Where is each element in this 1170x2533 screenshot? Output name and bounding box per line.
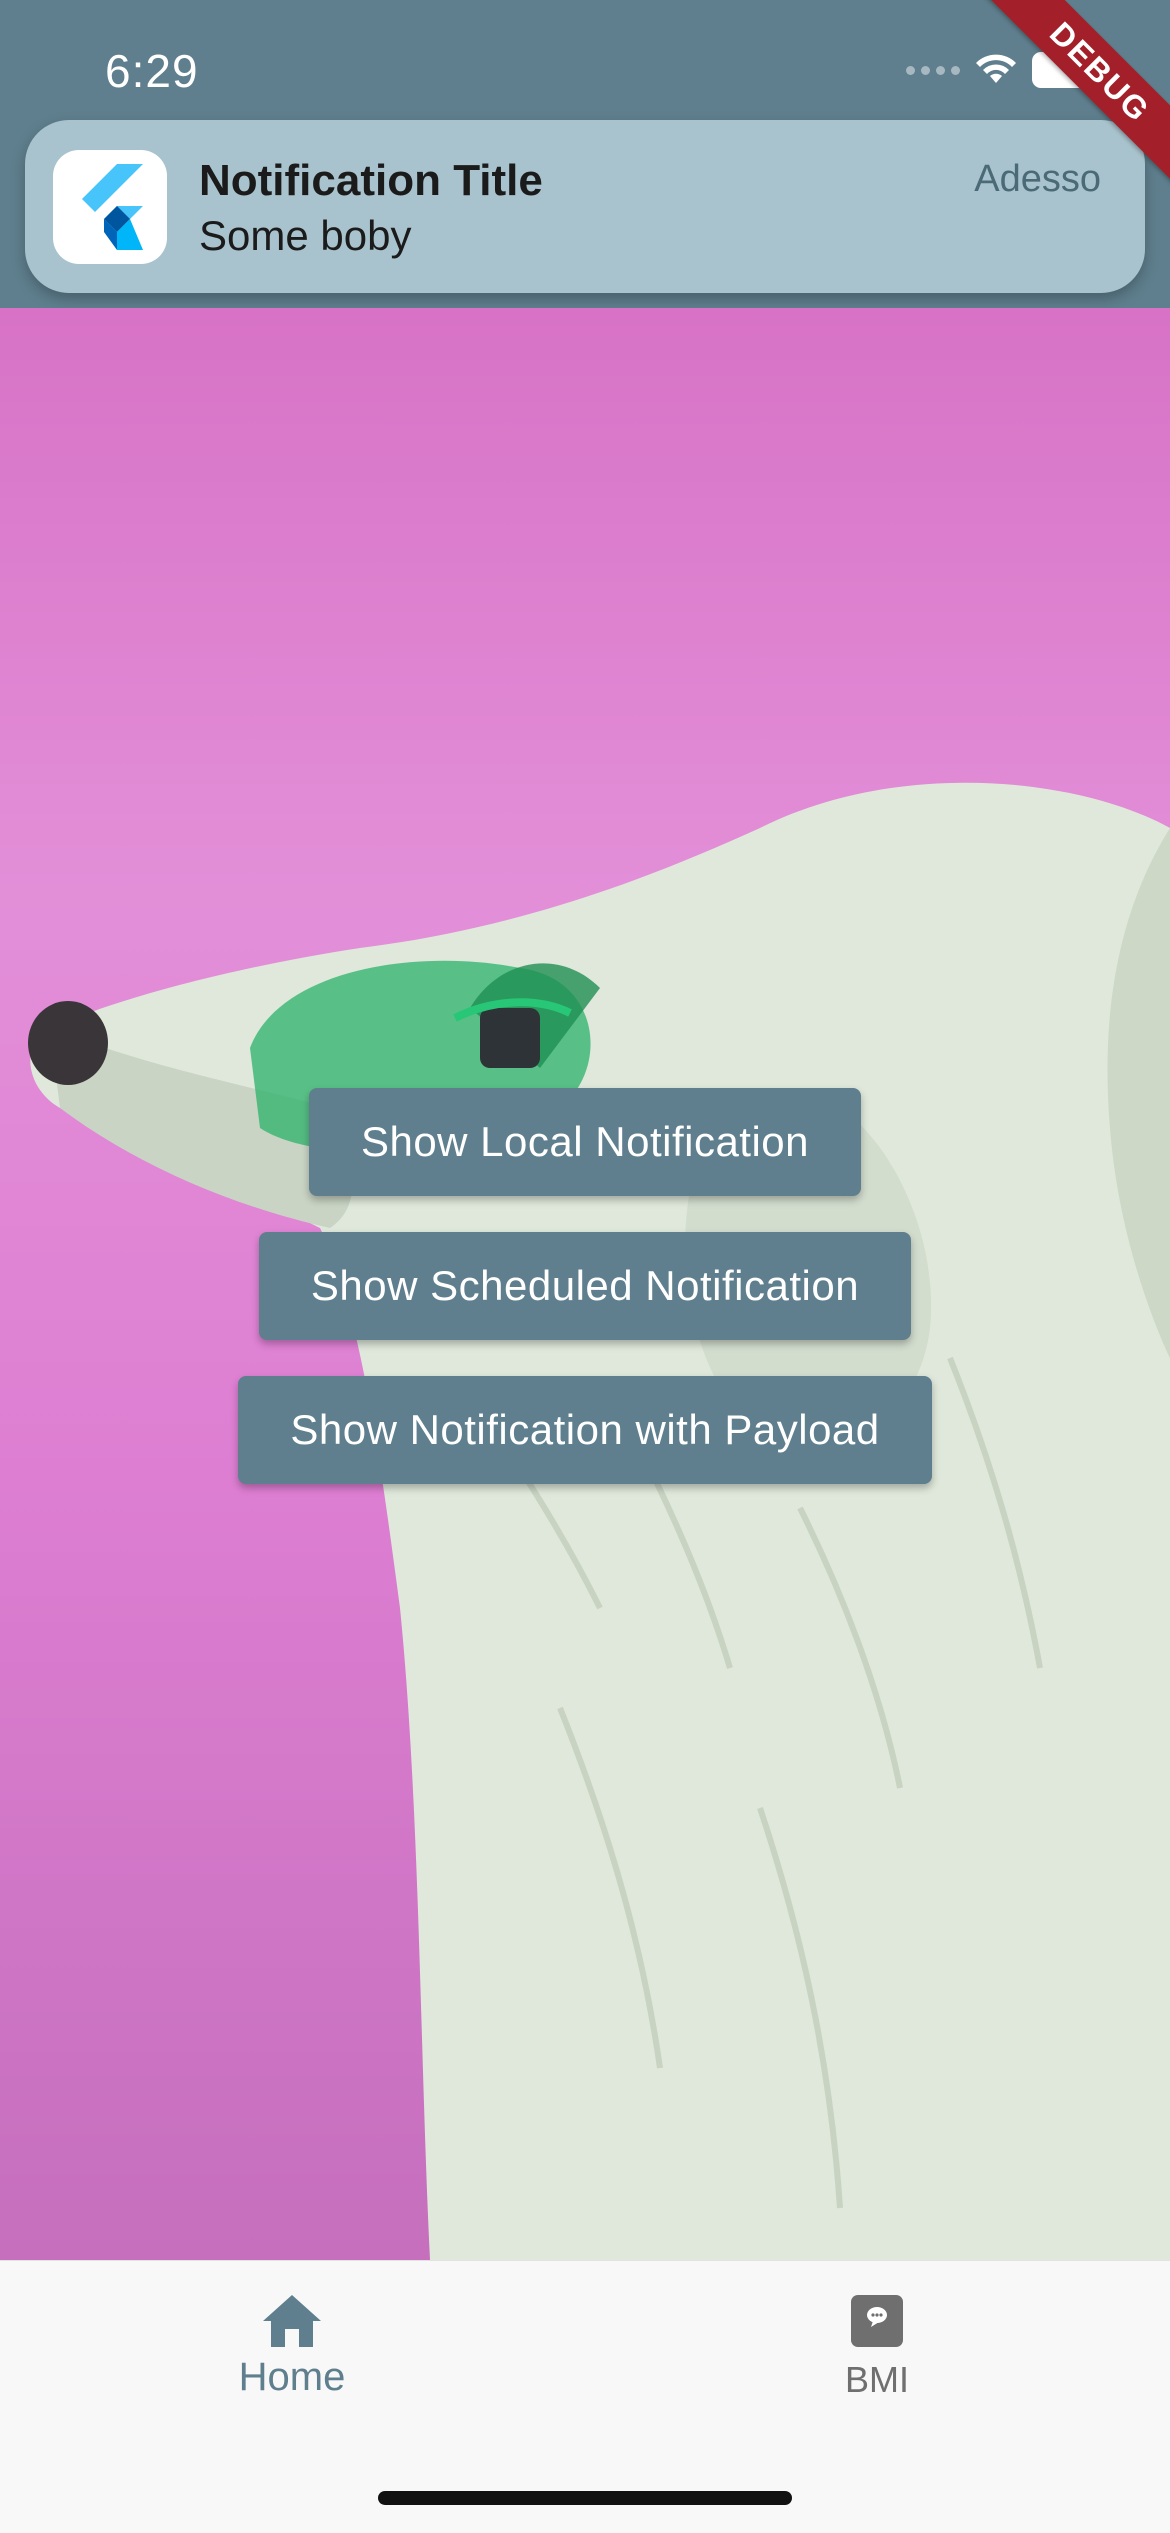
nav-label-bmi: BMI: [844, 2359, 909, 2400]
app-bar: 6:29 DEBUG Notification Title Some boby …: [0, 0, 1170, 308]
home-icon: [263, 2295, 321, 2347]
notification-actions: Show Local Notification Show Scheduled N…: [0, 1088, 1170, 1484]
notification-banner[interactable]: Notification Title Some boby Adesso: [25, 120, 1145, 293]
notification-title: Notification Title: [199, 156, 543, 205]
bmi-book-icon: [851, 2295, 903, 2347]
notification-body: Some boby: [199, 212, 412, 259]
flutter-logo-icon: [53, 150, 167, 264]
notification-source: Adesso: [974, 158, 1101, 200]
show-notification-with-payload-button[interactable]: Show Notification with Payload: [238, 1376, 932, 1484]
home-indicator: [378, 2491, 792, 2505]
wifi-icon: [976, 54, 1016, 83]
status-time: 6:29: [105, 45, 199, 97]
show-local-notification-button[interactable]: Show Local Notification: [308, 1088, 862, 1196]
background-image: Show Local Notification Show Scheduled N…: [0, 308, 1170, 2260]
nav-item-home[interactable]: Home: [142, 2293, 442, 2400]
cellular-signal-icon: [906, 65, 960, 75]
nav-item-bmi[interactable]: BMI: [727, 2293, 1027, 2401]
show-scheduled-notification-button[interactable]: Show Scheduled Notification: [258, 1232, 912, 1340]
nav-label-home: Home: [238, 2355, 346, 2399]
